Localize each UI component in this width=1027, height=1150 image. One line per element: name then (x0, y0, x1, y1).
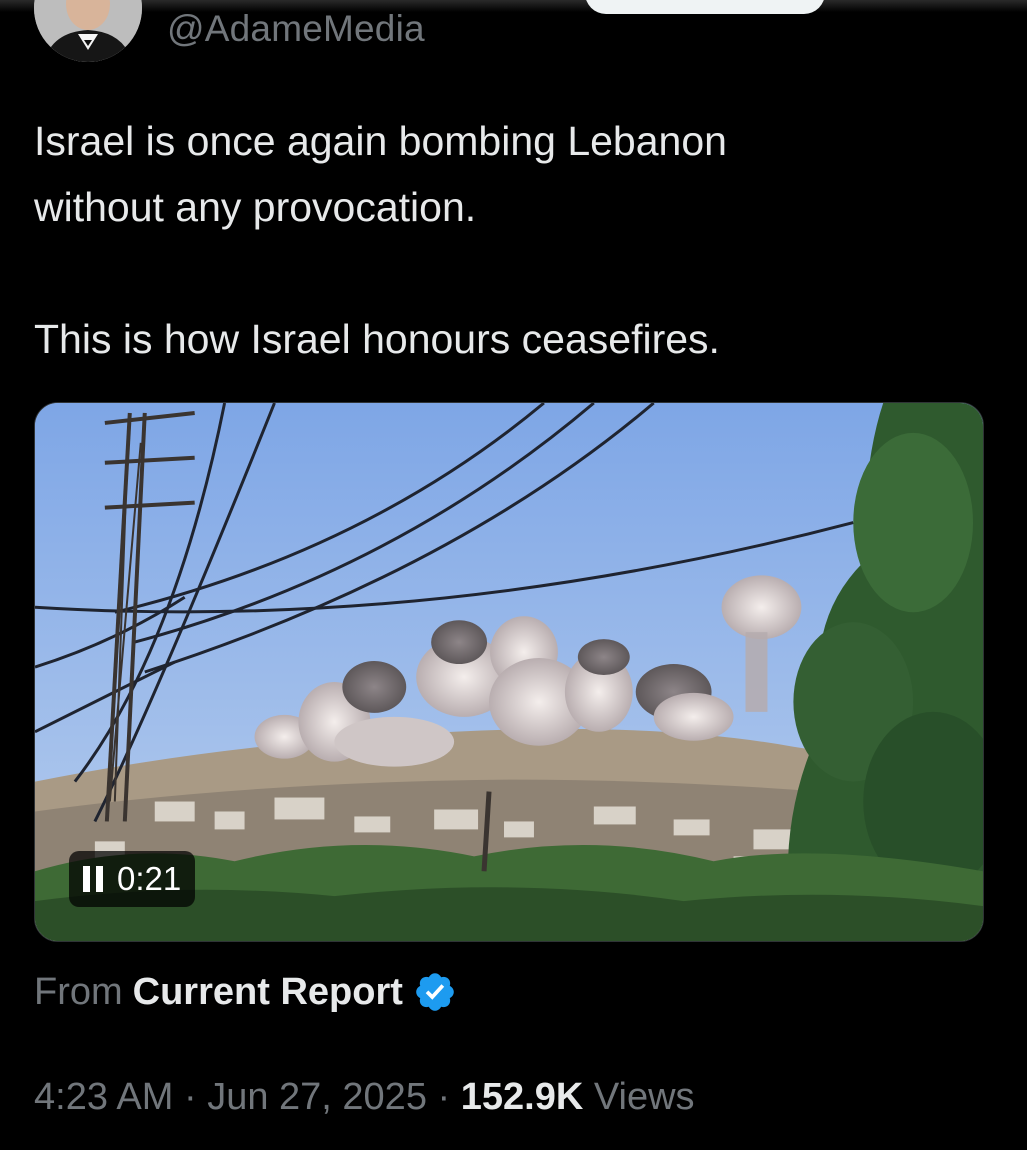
from-label: From (34, 970, 123, 1013)
tweet-meta: 4:23 AM · Jun 27, 2025 · 152.9K Views (34, 1076, 695, 1119)
source-account-link[interactable]: Current Report (133, 971, 403, 1014)
meta-separator: · (173, 1076, 208, 1118)
views-label: Views (593, 1076, 695, 1118)
avatar[interactable] (34, 0, 142, 62)
tweet-text: Israel is once again bombing Lebanon wit… (34, 118, 727, 362)
video-source: From Current Report (34, 970, 457, 1014)
video-duration: 0:21 (117, 860, 182, 897)
meta-separator: · (426, 1076, 461, 1118)
top-edge (0, 0, 1027, 12)
author-handle[interactable]: @AdameMedia (167, 8, 425, 50)
views-count: 152.9K (460, 1076, 584, 1118)
pause-icon[interactable] (83, 866, 103, 892)
avatar-photo (34, 0, 142, 62)
video-player[interactable]: 0:21 (34, 402, 984, 942)
tweet-time[interactable]: 4:23 AM (34, 1076, 173, 1118)
verified-badge-icon (416, 973, 454, 1011)
follow-button[interactable] (585, 0, 825, 14)
tweet-date[interactable]: Jun 27, 2025 (207, 1076, 427, 1118)
video-control-badge[interactable]: 0:21 (69, 851, 196, 907)
